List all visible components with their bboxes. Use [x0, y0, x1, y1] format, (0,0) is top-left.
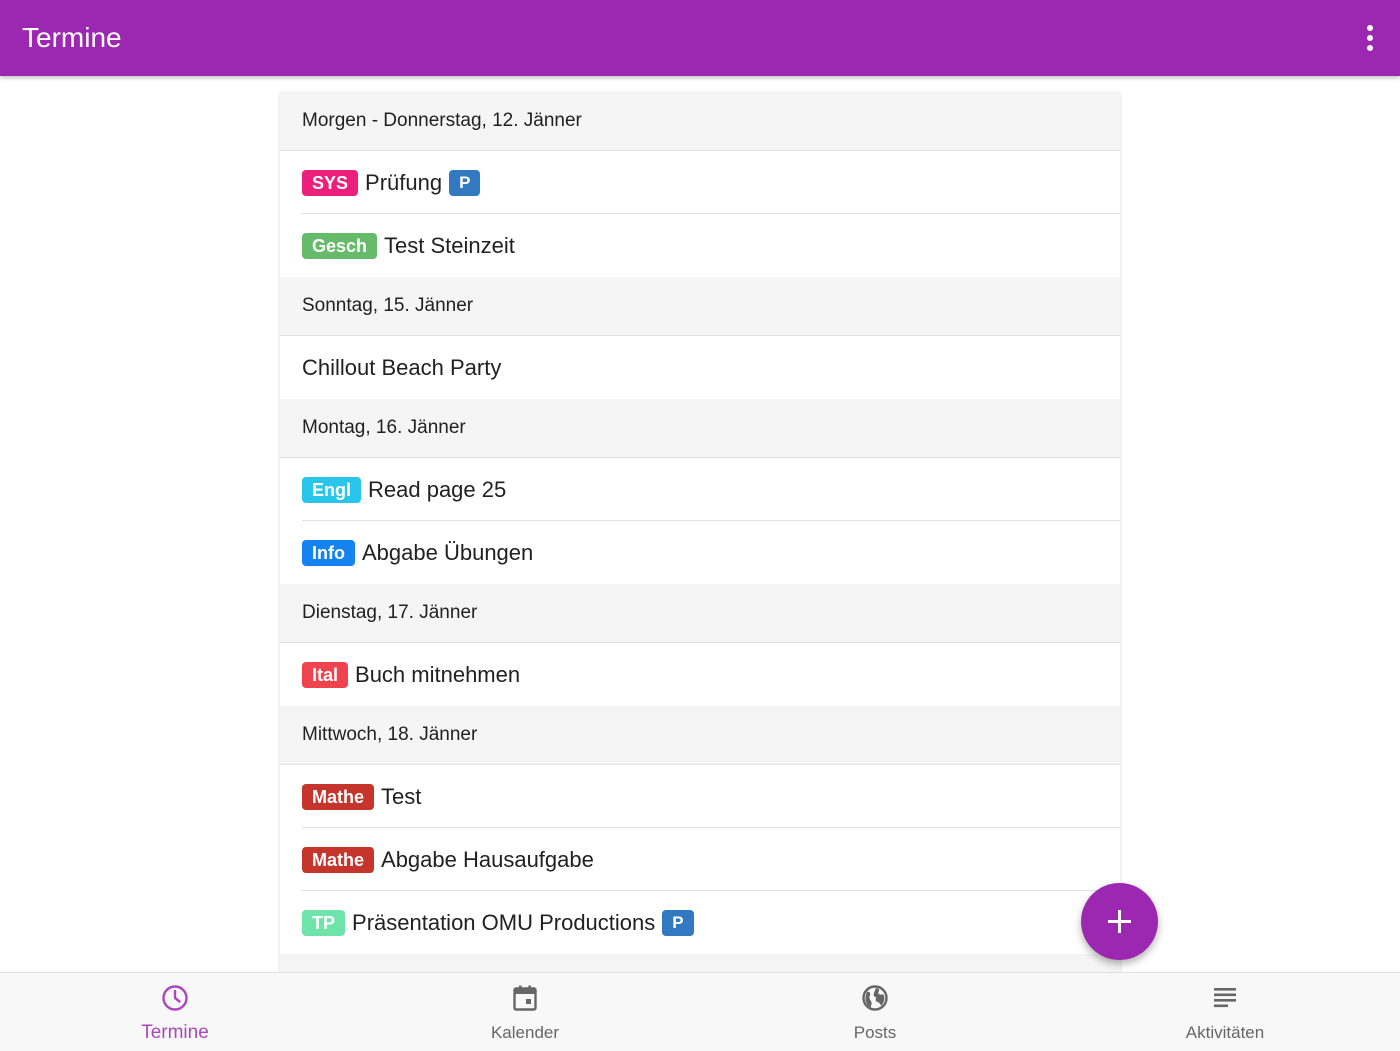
day-header: Sonntag, 15. Jänner — [280, 277, 1120, 336]
event-item[interactable]: SYS Prüfung P — [280, 151, 1120, 214]
page-title: Termine — [22, 22, 122, 53]
nav-item-termine[interactable]: Termine — [0, 973, 350, 1051]
more-vert-icon — [1367, 25, 1373, 51]
content-area[interactable]: Morgen - Donnerstag, 12. Jänner SYS Prüfun… — [0, 76, 1400, 972]
event-title: Test — [381, 783, 422, 809]
globe-icon — [862, 985, 888, 1011]
subject-badge: Engl — [302, 476, 361, 503]
subject-badge: Info — [302, 539, 355, 566]
event-title: Test Steinzeit — [384, 232, 515, 258]
subject-badge: Ital — [302, 661, 349, 688]
list-icon — [1214, 988, 1236, 1008]
bottom-navigation: Termine Kalender Posts Aktivitäten — [0, 972, 1400, 1051]
event-title: Chillout Beach Party — [302, 354, 502, 380]
event-title: Prüfung — [365, 169, 443, 195]
nav-item-posts[interactable]: Posts — [700, 973, 1050, 1051]
event-item[interactable]: Mathe Abgabe Hausaufgabe — [280, 828, 1120, 891]
subject-badge: Mathe — [302, 846, 375, 873]
event-title: Präsentation OMU Productions — [352, 909, 656, 935]
priority-badge: P — [449, 169, 481, 196]
event-item[interactable]: TP Präsentation OMU Productions P — [280, 891, 1120, 954]
event-title: Read page 25 — [368, 476, 507, 502]
day-header: Dienstag, 17. Jänner — [280, 584, 1120, 643]
event-list: Morgen - Donnerstag, 12. Jänner SYS Prüfun… — [280, 92, 1120, 972]
day-header: Donnerstag, 19. Jänner — [280, 954, 1120, 972]
nav-label: Kalender — [490, 1023, 560, 1042]
more-options-button[interactable] — [1350, 18, 1390, 58]
subject-badge: TP — [302, 909, 346, 936]
clock-icon — [162, 985, 188, 1011]
nav-label: Posts — [853, 1023, 897, 1042]
day-header: Mittwoch, 18. Jänner — [280, 706, 1120, 765]
plus-icon — [1108, 910, 1131, 933]
subject-badge: SYS — [302, 169, 359, 196]
event-item[interactable]: Chillout Beach Party — [280, 336, 1120, 399]
nav-item-kalender[interactable]: Kalender — [350, 973, 700, 1051]
event-title: Abgabe Übungen — [362, 539, 534, 565]
nav-label: Aktivitäten — [1185, 1023, 1265, 1042]
add-event-button[interactable] — [1081, 883, 1158, 960]
priority-badge: P — [662, 909, 694, 936]
calendar-icon — [513, 985, 537, 1011]
nav-label: Termine — [141, 1022, 209, 1043]
event-title: Abgabe Hausaufgabe — [381, 846, 594, 872]
day-header: Montag, 16. Jänner — [280, 399, 1120, 458]
subject-badge: Gesch — [302, 232, 378, 259]
app-bar: Termine — [0, 0, 1400, 76]
event-item[interactable]: Info Abgabe Übungen — [280, 521, 1120, 584]
subject-badge: Mathe — [302, 783, 375, 810]
event-item[interactable]: Gesch Test Steinzeit — [280, 214, 1120, 277]
event-item[interactable]: Engl Read page 25 — [280, 458, 1120, 521]
event-item[interactable]: Ital Buch mitnehmen — [280, 643, 1120, 706]
event-item[interactable]: Mathe Test — [280, 765, 1120, 828]
day-header: Morgen - Donnerstag, 12. Jänner — [280, 92, 1120, 151]
event-title: Buch mitnehmen — [355, 661, 521, 687]
nav-item-aktivitaeten[interactable]: Aktivitäten — [1050, 973, 1400, 1051]
